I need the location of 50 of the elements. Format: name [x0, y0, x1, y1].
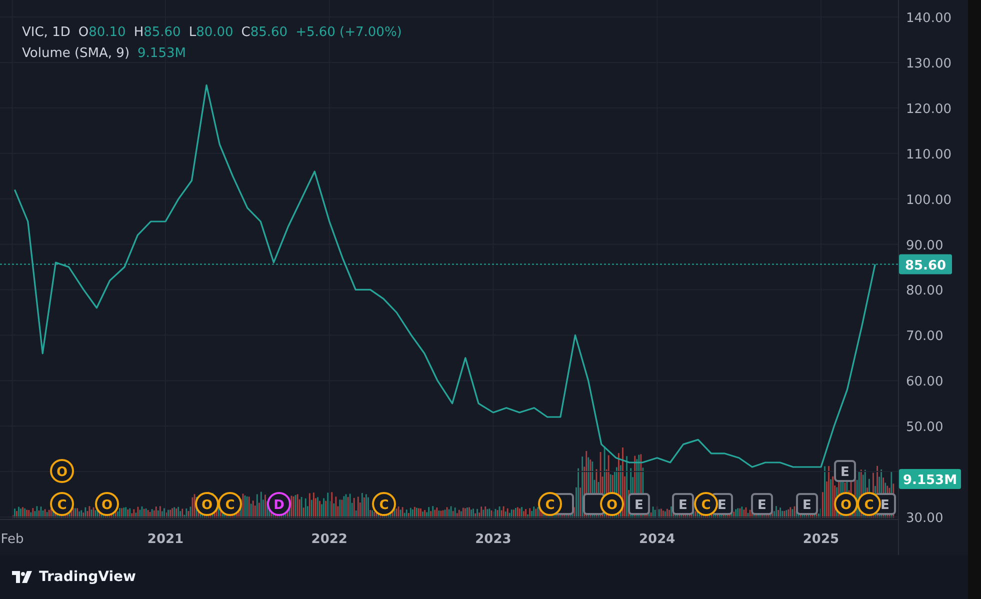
price-badge: 85.60	[899, 254, 952, 274]
ohlc-value: 80.00	[196, 24, 234, 42]
earnings-marker[interactable]: E	[628, 493, 650, 515]
earnings-marker[interactable]: E	[834, 460, 856, 482]
time-axis-label: Feb	[0, 532, 24, 547]
price-axis-label: 30.00	[906, 511, 944, 526]
time-axis-label: 2022	[311, 532, 348, 547]
time-axis-label: 2025	[802, 532, 840, 547]
time-axis-label: 2021	[147, 532, 184, 547]
time-axis-label: 2024	[639, 532, 676, 547]
event-marker[interactable]: O	[834, 492, 858, 516]
ref-line-label: 85.60	[904, 258, 946, 274]
event-marker[interactable]: C	[218, 492, 242, 516]
symbol-label: VIC, 1D	[22, 24, 70, 42]
price-axis-label: 140.00	[906, 11, 952, 26]
price-axis-label: 120.00	[906, 102, 952, 117]
event-marker[interactable]: O	[50, 459, 74, 483]
earnings-marker[interactable]: E	[796, 493, 818, 515]
earnings-marker[interactable]: E	[672, 493, 694, 515]
event-marker[interactable]: C	[372, 492, 396, 516]
logo-icon	[12, 571, 34, 583]
event-marker[interactable]: C	[50, 492, 74, 516]
ohlc-label: O	[78, 24, 89, 42]
ohlc-value: 80.10	[88, 24, 126, 42]
ohlc-value: 85.60	[144, 24, 181, 42]
price-axis-label: 110.00	[906, 147, 952, 162]
time-axis-label: 2023	[475, 532, 512, 547]
price-axis-label: 50.00	[906, 420, 944, 436]
event-marker[interactable]: C	[857, 492, 881, 516]
volume-badge: 9.153M	[899, 469, 961, 489]
indicator-label: Volume (SMA, 9)	[22, 45, 130, 63]
brand-name[interactable]: TradingView	[39, 569, 136, 585]
earnings-marker[interactable]: E	[751, 493, 773, 515]
event-marker[interactable]: O	[95, 492, 119, 516]
price-axis-label: 90.00	[906, 238, 944, 254]
ohlc-label: C	[241, 24, 250, 42]
ohlc-label: H	[134, 24, 144, 42]
indicator-value: 9.153M	[138, 45, 186, 63]
change-value: +5.60 (+7.00%)	[296, 24, 402, 42]
price-axis-label: 130.00	[906, 56, 952, 72]
ohlc-label: L	[188, 24, 196, 42]
ohlc-value: 85.60	[250, 24, 288, 42]
event-marker[interactable]: C	[538, 492, 562, 516]
price-axis-label: 60.00	[906, 374, 944, 390]
price-axis-label: 70.00	[906, 329, 944, 344]
event-marker[interactable]: C	[694, 492, 718, 516]
price-axis-label: 100.00	[906, 192, 952, 208]
event-marker[interactable]: D	[267, 492, 291, 516]
event-marker[interactable]: O	[195, 492, 219, 516]
price-axis-label: 80.00	[906, 284, 944, 299]
